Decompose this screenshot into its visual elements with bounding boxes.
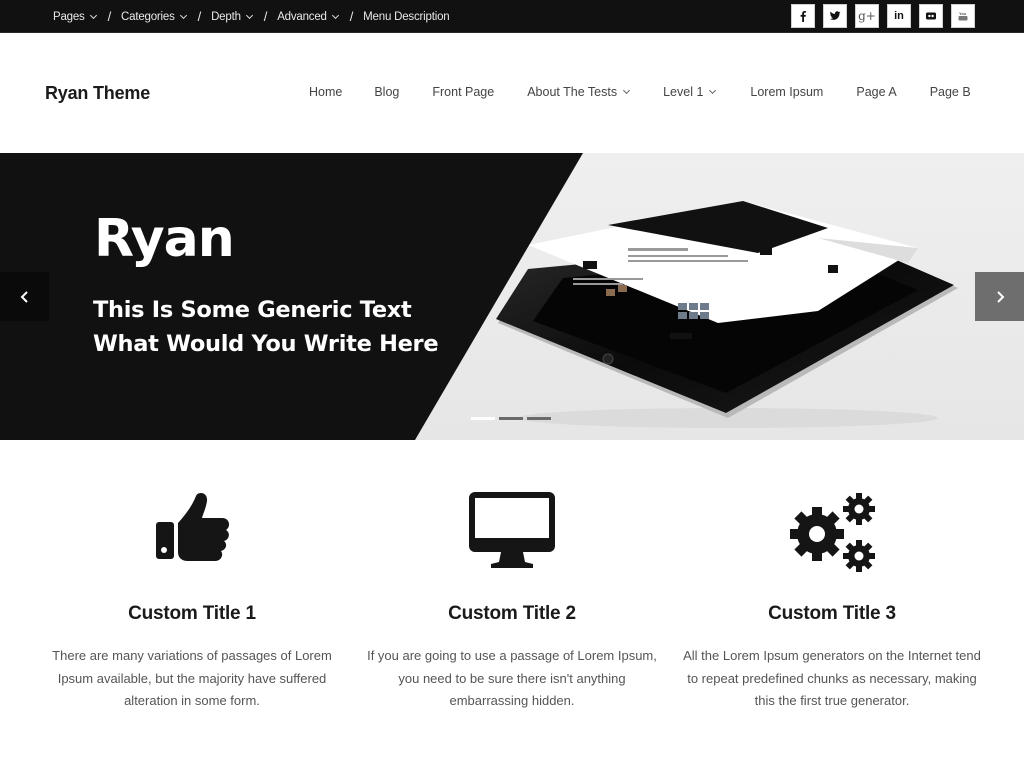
hero-subtitle: This Is Some Generic Text What Would You…: [93, 293, 439, 361]
social-links: g+ in You: [791, 4, 975, 28]
linkedin-icon: in: [894, 10, 904, 22]
top-bar: Pages / Categories / Depth / Advanced / …: [0, 0, 1024, 33]
feature-text: There are many variations of passages of…: [52, 648, 332, 708]
social-flickr-button[interactable]: [919, 4, 943, 28]
gears-icon: [790, 493, 875, 572]
hero-subtitle-line-2: What Would You Write Here: [93, 331, 439, 357]
chevron-left-icon: [20, 290, 28, 303]
top-menu-label: Categories: [121, 10, 175, 23]
slider-next-button[interactable]: [975, 272, 1024, 321]
nav-item-front-page[interactable]: Front Page: [432, 85, 494, 99]
chevron-down-icon: [331, 11, 339, 19]
menu-separator: /: [349, 9, 354, 24]
svg-text:You: You: [959, 11, 967, 16]
social-facebook-button[interactable]: [791, 4, 815, 28]
nav-item-lorem-ipsum[interactable]: Lorem Ipsum: [750, 85, 823, 99]
feature-title: Custom Title 1: [128, 603, 256, 624]
social-google-plus-button[interactable]: g+: [855, 4, 879, 28]
nav-label: Home: [309, 85, 343, 99]
nav-item-level-1[interactable]: Level 1: [663, 85, 717, 99]
slider-dot-3[interactable]: [527, 417, 551, 420]
top-menu-item-categories[interactable]: Categories: [121, 10, 187, 23]
top-menu-label: Advanced: [277, 10, 327, 23]
top-menu-label: Pages: [53, 10, 85, 23]
thumbs-up-icon: [156, 493, 230, 561]
menu-separator: /: [197, 9, 202, 24]
menu-separator: /: [107, 9, 112, 24]
chevron-down-icon: [179, 11, 187, 19]
youtube-icon: You: [958, 11, 968, 21]
nav-item-page-b[interactable]: Page B: [930, 85, 971, 99]
nav-item-page-a[interactable]: Page A: [856, 85, 896, 99]
top-menu: Pages / Categories / Depth / Advanced / …: [53, 0, 450, 33]
feature-text: If you are going to use a passage of Lor…: [367, 648, 657, 708]
nav-label: Level 1: [663, 85, 704, 99]
features-section: Custom Title 1 There are many variations…: [0, 440, 1024, 768]
site-header: Ryan Theme Home Blog Front Page About Th…: [0, 34, 1024, 153]
slider-pagination: [471, 417, 551, 420]
nav-label: Blog: [374, 85, 400, 99]
slider-dot-2[interactable]: [499, 417, 523, 420]
nav-label: Page A: [856, 85, 897, 99]
top-menu-item-menu-description[interactable]: Menu Description: [363, 11, 449, 23]
menu-separator: /: [263, 9, 268, 24]
main-nav: Home Blog Front Page About The Tests Lev…: [309, 85, 971, 99]
social-twitter-button[interactable]: [823, 4, 847, 28]
hero-subtitle-line-1: This Is Some Generic Text: [93, 297, 412, 323]
chevron-right-icon: [996, 290, 1004, 303]
nav-label: Front Page: [432, 85, 495, 99]
chevron-down-icon: [623, 86, 631, 95]
top-menu-item-depth[interactable]: Depth: [211, 10, 253, 23]
hero-title: Ryan: [94, 209, 235, 269]
nav-item-about-the-tests[interactable]: About The Tests: [527, 85, 631, 99]
top-menu-item-advanced[interactable]: Advanced: [277, 10, 339, 23]
feature-title: Custom Title 3: [768, 603, 896, 624]
nav-label: Page B: [929, 85, 971, 99]
feature-text: All the Lorem Ipsum generators on the In…: [683, 648, 981, 708]
twitter-icon: [829, 11, 841, 20]
tablet-mockup-image: [496, 201, 958, 428]
chevron-down-icon: [89, 11, 97, 19]
google-plus-icon: g+: [858, 9, 876, 23]
hero-slider: Ryan This Is Some Generic Text What Woul…: [0, 153, 1024, 440]
nav-label: Lorem Ipsum: [750, 85, 824, 99]
slider-dot-1[interactable]: [471, 417, 495, 420]
top-menu-item-pages[interactable]: Pages: [53, 10, 97, 23]
nav-label: About The Tests: [527, 85, 618, 99]
top-menu-label: Menu Description: [363, 10, 450, 23]
monitor-icon: [469, 492, 555, 568]
social-linkedin-button[interactable]: in: [887, 4, 911, 28]
flickr-icon: [926, 12, 936, 20]
nav-item-home[interactable]: Home: [309, 85, 342, 99]
slider-prev-button[interactable]: [0, 272, 49, 321]
site-title[interactable]: Ryan Theme: [45, 83, 150, 104]
facebook-icon: [800, 11, 806, 22]
top-menu-label: Depth: [211, 10, 241, 23]
nav-item-blog[interactable]: Blog: [374, 85, 399, 99]
feature-title: Custom Title 2: [448, 603, 576, 624]
chevron-down-icon: [709, 86, 717, 95]
social-youtube-button[interactable]: You: [951, 4, 975, 28]
chevron-down-icon: [245, 11, 253, 19]
